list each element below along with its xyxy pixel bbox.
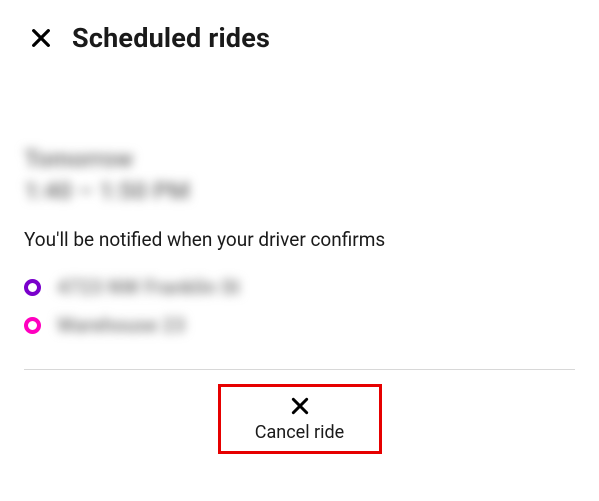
cancel-ride-region: Cancel ride [0,370,599,454]
ride-stops: 4723 NW Franklin St Warehouse 23 [24,275,575,337]
pickup-marker-icon [24,279,41,296]
ride-details: Tomorrow 1:40 – 1:50 PM You'll be notifi… [0,54,599,337]
page-title: Scheduled rides [72,22,270,54]
header: Scheduled rides [0,0,599,54]
dropoff-address: Warehouse 23 [57,313,185,337]
dropoff-stop: Warehouse 23 [24,313,575,337]
cancel-ride-label: Cancel ride [255,422,344,443]
pickup-stop: 4723 NW Franklin St [24,275,575,299]
close-icon [290,396,310,416]
dropoff-marker-icon [24,317,41,334]
ride-note: You'll be notified when your driver conf… [24,228,575,251]
close-icon[interactable] [30,27,52,49]
ride-time: 1:40 – 1:50 PM [24,176,575,206]
cancel-ride-button[interactable]: Cancel ride [218,384,382,454]
ride-date: Tomorrow [24,144,575,174]
pickup-address: 4723 NW Franklin St [57,275,240,299]
